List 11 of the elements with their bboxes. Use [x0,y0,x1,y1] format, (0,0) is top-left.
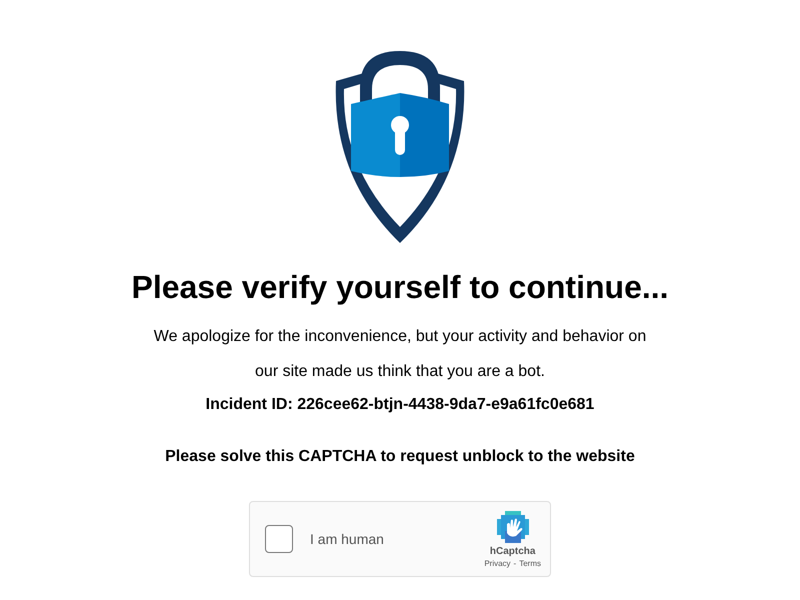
hand-logo-icon [496,510,529,542]
checkbox-label: I am human [310,531,384,547]
link-separator: - [514,558,516,568]
checkbox[interactable] [265,525,293,553]
captcha-instruction: Please solve this CAPTCHA to request unblock to the website [165,447,635,467]
brand-name: hCaptcha [490,546,536,556]
page-heading: Please verify yourself to continue... [131,269,669,305]
terms-link[interactable]: Terms [519,558,541,568]
incident-id: Incident ID: 226cee62-btjn-4438-9da7-e9a61fc0e681 [206,395,594,415]
apology-message: We apologize for the inconvenience, but your activity and behavior on our site made us think that you are a bot. [152,327,648,382]
privacy-link[interactable]: Privacy [484,558,511,568]
